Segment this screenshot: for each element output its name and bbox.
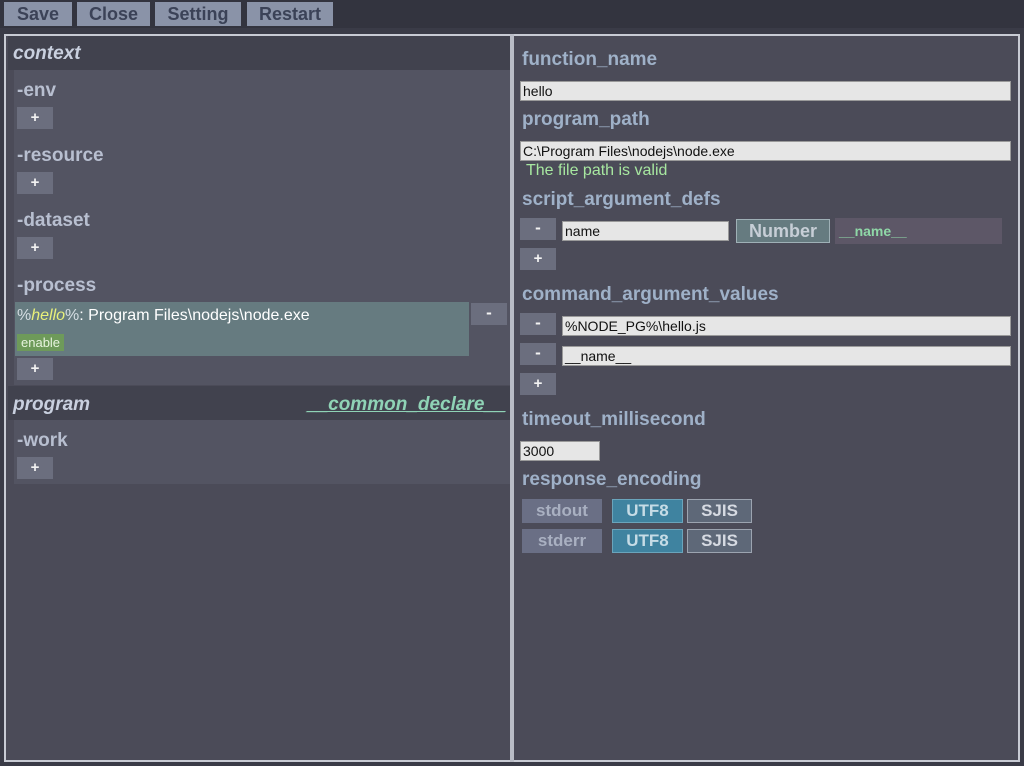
script-arg-var-tag: __name__	[835, 218, 1002, 244]
restart-button[interactable]: Restart	[247, 2, 333, 26]
program-title: program	[13, 394, 91, 415]
process-label: -process	[17, 275, 97, 296]
script-argument-defs-label: script_argument_defs	[522, 189, 721, 210]
dataset-label: -dataset	[17, 210, 90, 231]
script-arg-add-button[interactable]: +	[520, 248, 556, 270]
stdout-utf8-button[interactable]: UTF8	[612, 499, 683, 523]
process-add-button[interactable]: +	[17, 358, 53, 380]
dataset-add-button[interactable]: +	[17, 237, 53, 259]
left-panel: context -env + -resource + -dataset + -p…	[4, 34, 513, 762]
stdout-sjis-button[interactable]: SJIS	[687, 499, 752, 523]
command-arg-add-button[interactable]: +	[520, 373, 556, 395]
process-item[interactable]: %hello%: Program Files\nodejs\node.exe e…	[15, 302, 469, 356]
process-item-path: : Program Files\nodejs\node.exe	[79, 307, 310, 324]
toolbar: Save Close Setting Restart	[0, 0, 1024, 28]
process-remove-button[interactable]: -	[471, 303, 507, 325]
work-label: -work	[17, 430, 68, 451]
stderr-utf8-button[interactable]: UTF8	[612, 529, 683, 553]
right-panel: function_name hello program_path C:\Prog…	[514, 34, 1020, 762]
script-arg-name-input[interactable]: name	[562, 221, 729, 241]
command-arg-remove-button-2[interactable]: -	[520, 343, 556, 365]
close-button[interactable]: Close	[77, 2, 150, 26]
command-arg-input-1[interactable]: %NODE_PG%\hello.js	[562, 316, 1011, 336]
script-arg-remove-button[interactable]: -	[520, 218, 556, 240]
function-name-label: function_name	[522, 49, 658, 70]
program-section-body	[14, 420, 511, 484]
work-add-button[interactable]: +	[17, 457, 53, 479]
resource-add-button[interactable]: +	[17, 172, 53, 194]
env-label: -env	[17, 80, 57, 101]
process-item-text: %hello%: Program Files\nodejs\node.exe	[17, 307, 310, 324]
process-item-name: hello	[31, 307, 66, 324]
program-path-status: The file path is valid	[526, 162, 668, 179]
save-button[interactable]: Save	[4, 2, 72, 26]
common-declare-link[interactable]: __common_declare__	[307, 394, 506, 416]
timeout-input[interactable]: 3000	[520, 441, 600, 461]
stderr-sjis-button[interactable]: SJIS	[687, 529, 752, 553]
script-arg-type-button[interactable]: Number	[736, 219, 830, 243]
env-add-button[interactable]: +	[17, 107, 53, 129]
setting-button[interactable]: Setting	[155, 2, 241, 26]
resource-label: -resource	[17, 145, 104, 166]
stderr-label: stderr	[522, 529, 602, 553]
function-name-input[interactable]: hello	[520, 81, 1011, 101]
context-section-header: context	[8, 36, 513, 70]
stdout-label: stdout	[522, 499, 602, 523]
timeout-label: timeout_millisecond	[522, 409, 706, 430]
program-path-label: program_path	[522, 109, 650, 130]
process-enable-badge[interactable]: enable	[17, 334, 65, 351]
program-path-input[interactable]: C:\Program Files\nodejs\node.exe	[520, 141, 1011, 161]
command-arg-input-2[interactable]: __name__	[562, 346, 1011, 366]
command-arg-remove-button-1[interactable]: -	[520, 313, 556, 335]
response-encoding-label: response_encoding	[522, 469, 702, 490]
command-argument-values-label: command_argument_values	[522, 284, 779, 305]
context-title: context	[13, 43, 81, 64]
